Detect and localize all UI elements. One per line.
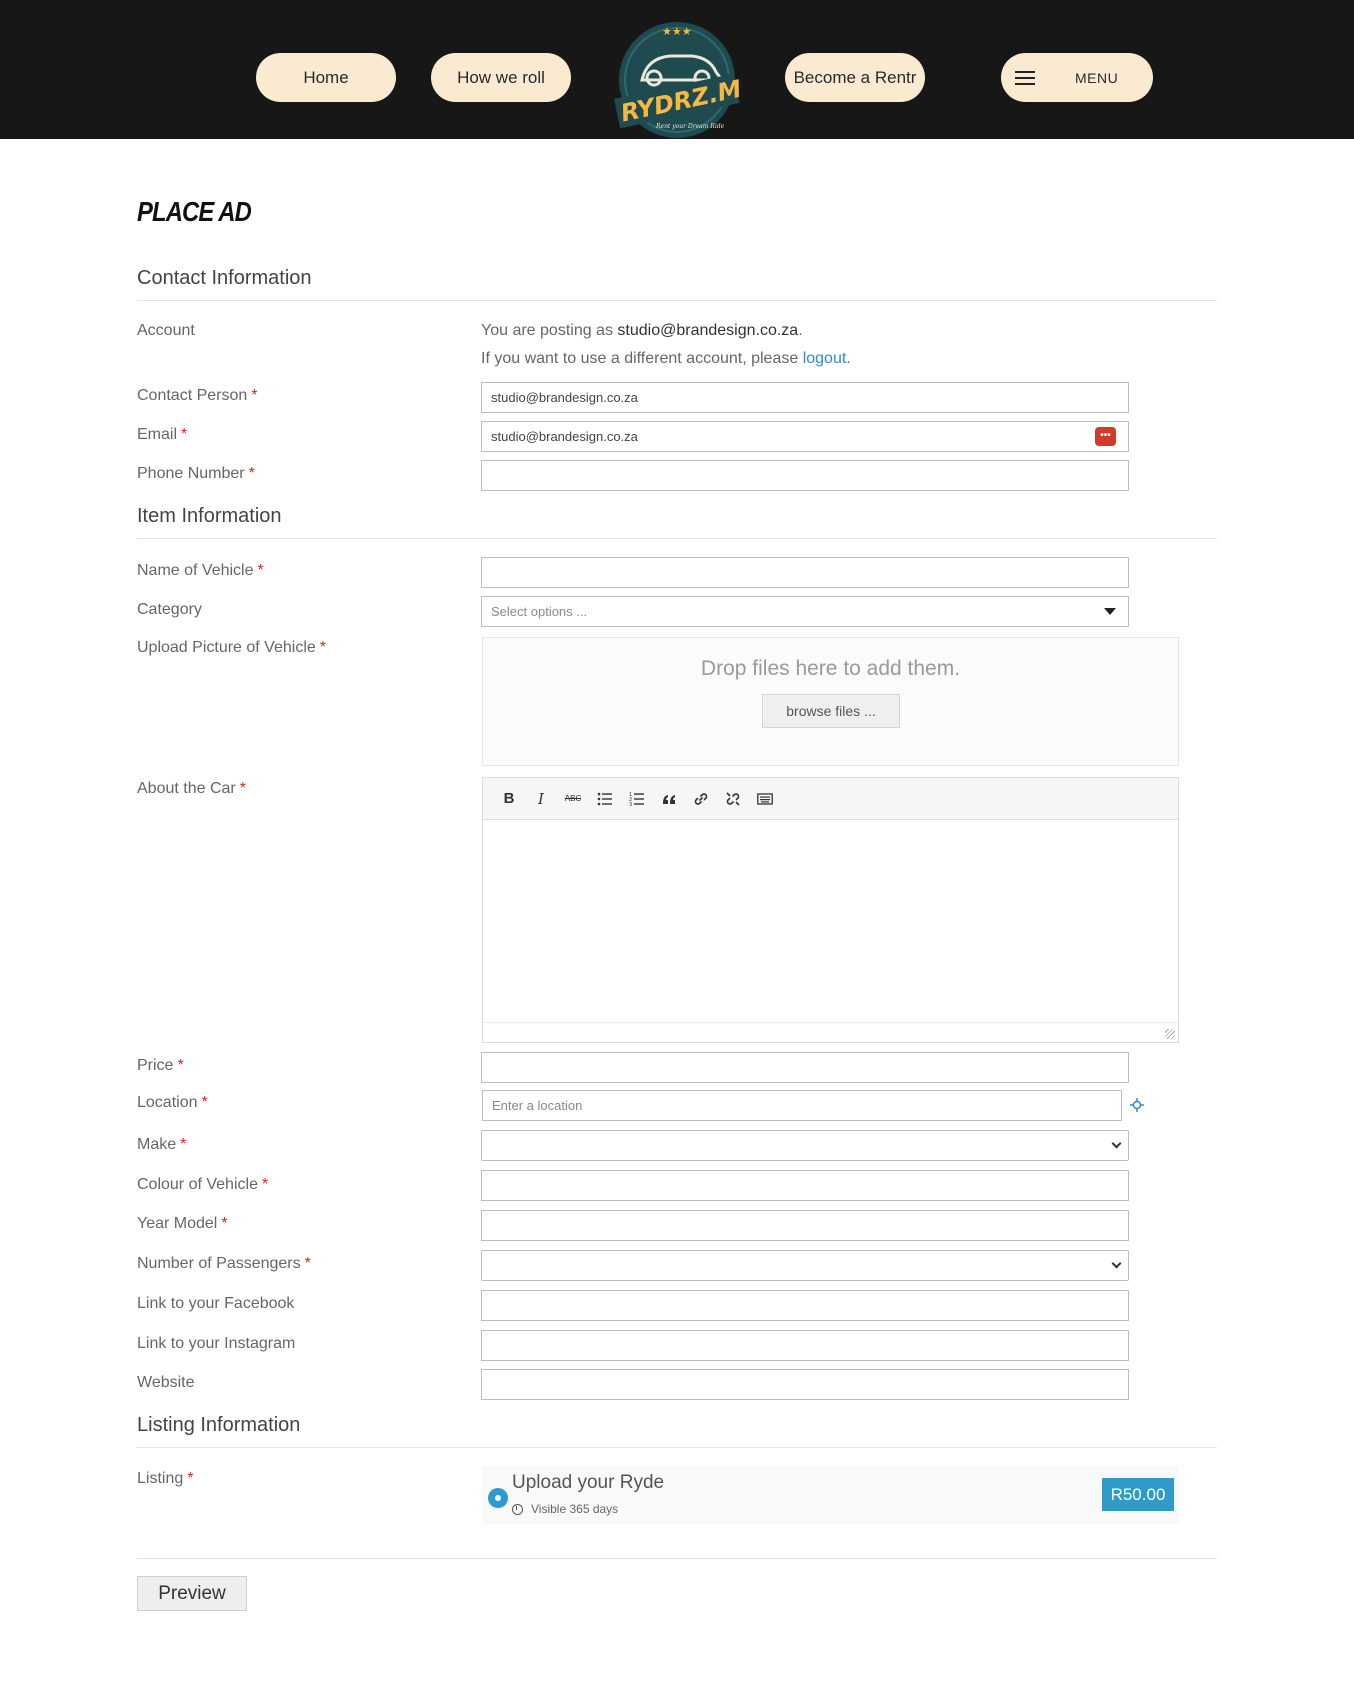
colour-input[interactable] [481,1170,1129,1201]
instagram-label: Link to your Instagram [137,1335,296,1352]
nav-home-button[interactable]: Home [256,53,396,102]
colour-label: Colour of Vehicle * [137,1176,269,1193]
bold-button[interactable]: B [493,786,525,812]
account-posting-text: You are posting as studio@brandesign.co.… [481,322,803,339]
divider [137,300,1217,301]
about-car-textarea[interactable] [483,820,1178,1023]
hamburger-icon [1015,70,1035,85]
nav-how-we-roll-button[interactable]: How we roll [431,53,571,102]
unlink-icon[interactable] [717,786,749,812]
about-car-editor: B I ABC 123 [482,777,1179,1043]
location-label: Location * [137,1094,208,1111]
svg-text:Rent your Dream Ride: Rent your Dream Ride [655,123,725,130]
strikethrough-button[interactable]: ABC [557,786,589,812]
item-section-heading: Item Information [137,505,282,527]
dropzone-text: Drop files here to add them. [700,657,961,680]
logout-link[interactable]: logout [803,350,847,367]
category-select[interactable]: Select options ... [481,596,1129,627]
required-marker: * [187,1470,194,1487]
required-marker: * [177,1057,184,1074]
required-marker: * [261,1176,269,1193]
account-email: studio@brandesign.co.za [617,322,799,339]
contact-person-input[interactable]: studio@brandesign.co.za [481,382,1129,413]
email-label: Email * [137,426,188,443]
quote-icon[interactable] [653,786,685,812]
rydrz-logo[interactable]: ★★★ RYDRZ.MOBI Rent your Dream Ride [612,18,742,140]
category-placeholder: Select options ... [491,604,588,619]
make-select[interactable] [481,1130,1129,1161]
facebook-label: Link to your Facebook [137,1295,295,1312]
clock-icon [512,1503,523,1515]
account-label: Account [137,322,195,339]
browse-files-button[interactable]: browse files ... [762,694,900,728]
location-input[interactable]: Enter a location [482,1090,1122,1121]
required-marker: * [221,1215,228,1232]
bullet-list-icon[interactable] [589,786,621,812]
divider [137,538,1217,539]
nav-become-rentr-button[interactable]: Become a Rentr [785,53,925,102]
instagram-input[interactable] [481,1330,1129,1361]
listing-radio[interactable] [488,1488,508,1508]
passengers-select[interactable] [481,1250,1129,1281]
required-marker: * [251,387,258,404]
numbered-list-icon[interactable]: 123 [621,786,653,812]
chevron-down-icon [1111,1258,1122,1269]
chevron-down-icon [1111,1138,1122,1149]
svg-text:3: 3 [629,802,632,807]
phone-input[interactable] [481,460,1129,491]
preview-button[interactable]: Preview [137,1576,247,1611]
listing-visibility: Visible 365 days [512,1502,618,1516]
facebook-input[interactable] [481,1290,1129,1321]
year-model-label: Year Model * [137,1215,228,1232]
email-input[interactable]: studio@brandesign.co.za ••• [481,421,1129,452]
required-marker: * [201,1094,208,1111]
password-manager-icon[interactable]: ••• [1095,427,1116,446]
vehicle-name-input[interactable] [481,557,1129,588]
listing-section-heading: Listing Information [137,1414,301,1436]
email-value: studio@brandesign.co.za [491,429,638,444]
contact-section-heading: Contact Information [137,267,312,289]
website-input[interactable] [481,1369,1129,1400]
menu-label: MENU [1075,69,1119,86]
price-label: Price * [137,1057,184,1074]
caret-down-icon [1104,608,1116,615]
listing-price-badge: R50.00 [1102,1478,1174,1511]
required-marker: * [239,780,246,797]
website-label: Website [137,1374,195,1391]
account-switch-text: If you want to use a different account, … [481,350,851,367]
svg-text:★★★: ★★★ [662,25,692,38]
keyboard-icon[interactable] [749,786,781,812]
contact-person-label: Contact Person * [137,387,258,404]
about-car-label: About the Car * [137,780,246,797]
menu-button[interactable]: MENU [1001,53,1153,102]
locate-crosshair-icon[interactable] [1130,1098,1144,1112]
listing-label: Listing * [137,1470,194,1487]
passengers-label: Number of Passengers * [137,1255,311,1272]
required-marker: * [257,562,264,579]
category-label: Category [137,601,202,618]
required-marker: * [181,426,188,443]
required-marker: * [319,639,327,656]
upload-label: Upload Picture of Vehicle * [137,639,327,656]
price-input[interactable] [481,1052,1129,1083]
resize-handle-icon[interactable] [1165,1029,1175,1039]
site-header: Home How we roll ★★★ RYDRZ.MOBI Rent you… [0,0,1354,139]
listing-option-name: Upload your Ryde [512,1472,665,1493]
required-marker: * [180,1136,187,1153]
location-placeholder: Enter a location [492,1098,583,1113]
divider [137,1558,1217,1559]
required-marker: * [304,1255,311,1272]
year-model-input[interactable] [481,1210,1129,1241]
make-label: Make * [137,1136,187,1153]
listing-option[interactable]: Upload your Ryde Visible 365 days R50.00 [482,1466,1179,1524]
phone-label: Phone Number * [137,465,255,482]
required-marker: * [248,465,255,482]
link-icon[interactable] [685,786,717,812]
page-title: PLACE AD [137,196,252,227]
italic-button[interactable]: I [525,786,557,812]
divider [137,1447,1217,1448]
vehicle-name-label: Name of Vehicle * [137,562,264,579]
file-dropzone[interactable]: Drop files here to add them. browse file… [482,637,1179,766]
editor-toolbar: B I ABC 123 [483,778,1178,820]
